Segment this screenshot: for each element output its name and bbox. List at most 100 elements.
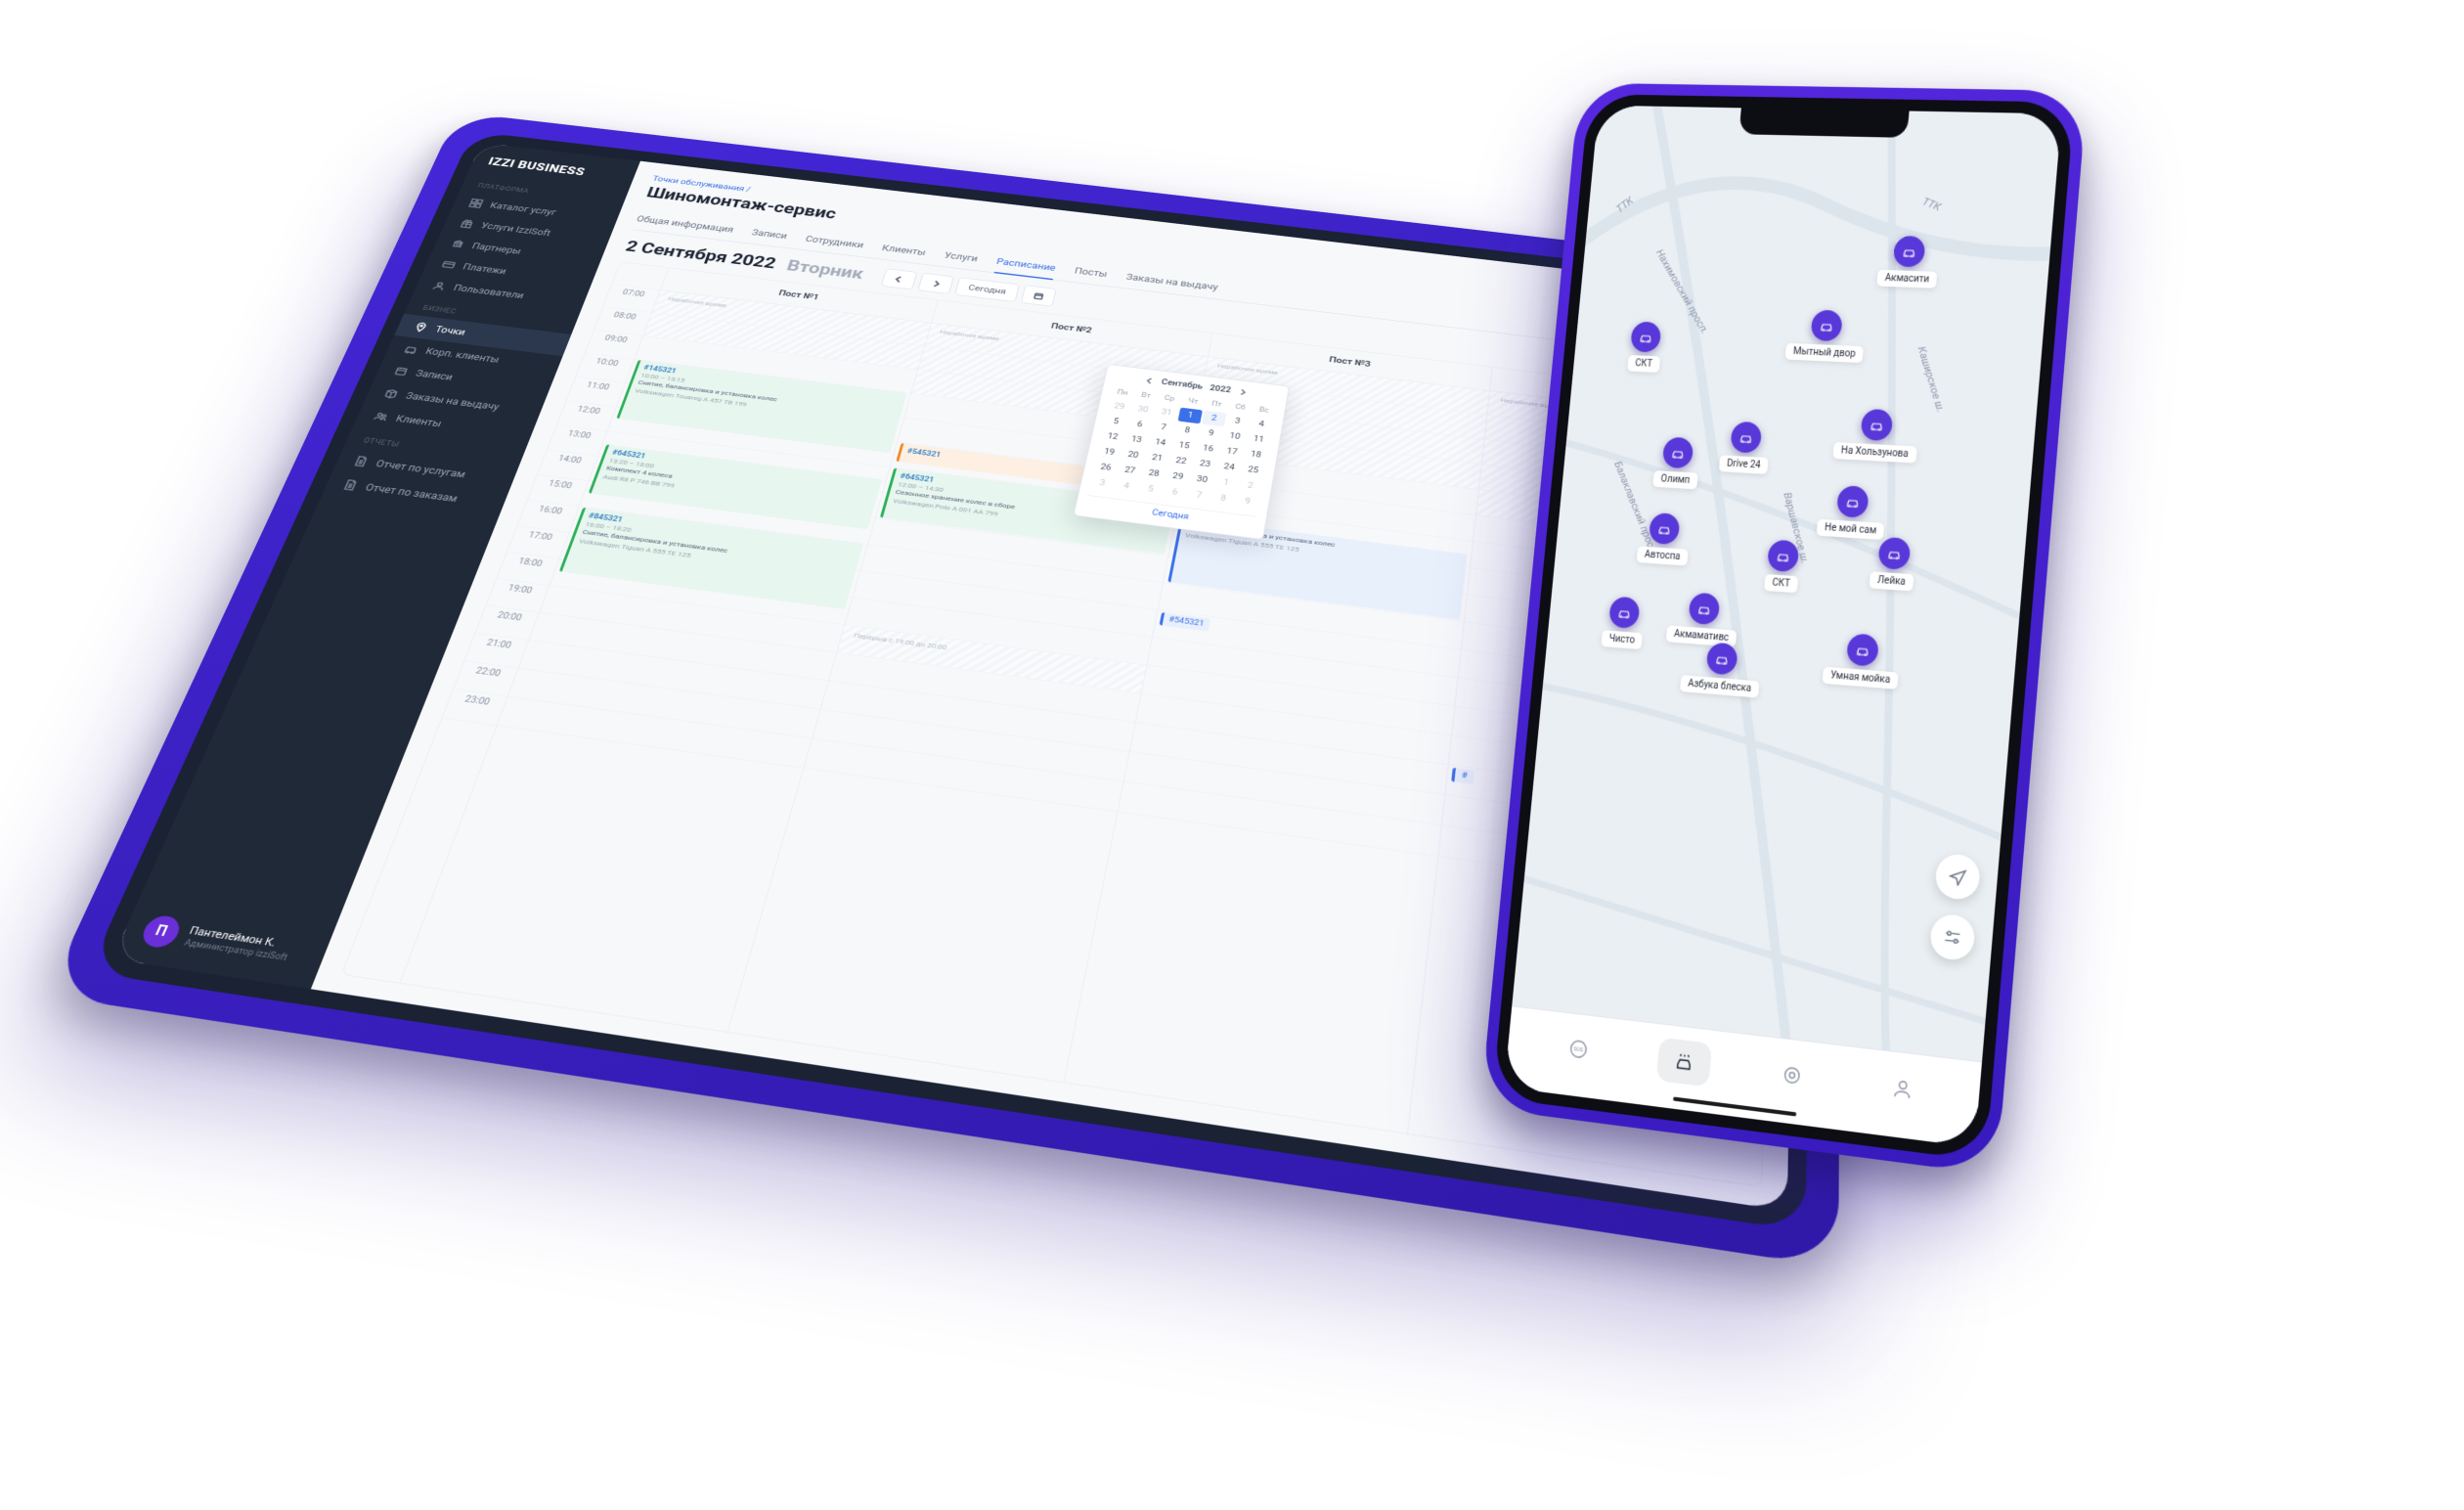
- cal-day[interactable]: 3: [1225, 414, 1250, 430]
- cal-day[interactable]: 24: [1216, 459, 1241, 475]
- logo-text: IZZI BUSINESS: [486, 155, 587, 178]
- tab-profile[interactable]: [1873, 1063, 1932, 1115]
- cal-day[interactable]: 8: [1175, 422, 1200, 439]
- cal-day[interactable]: 1: [1213, 474, 1239, 491]
- map-pin[interactable]: Умная мойка: [1823, 632, 1902, 689]
- map[interactable]: ТТКТТКНахимовский просп.Балаклавский про…: [1504, 106, 2061, 1148]
- cal-day[interactable]: 22: [1168, 453, 1193, 469]
- nav-icon: [383, 388, 400, 400]
- tab-2[interactable]: Сотрудники: [802, 229, 866, 256]
- cal-day[interactable]: 4: [1114, 478, 1139, 495]
- tab-1[interactable]: Записи: [748, 223, 790, 247]
- tab-6[interactable]: Посты: [1072, 261, 1109, 286]
- cal-dow: Вт: [1134, 389, 1159, 403]
- cal-day[interactable]: 9: [1235, 493, 1260, 511]
- cal-day[interactable]: 20: [1121, 447, 1146, 464]
- cal-dow: Чт: [1181, 395, 1206, 409]
- map-pin[interactable]: Чисто: [1601, 596, 1646, 649]
- cal-day[interactable]: 19: [1097, 444, 1122, 461]
- sidebar-item-label: Точки: [433, 325, 466, 337]
- cal-day[interactable]: 29: [1107, 399, 1131, 416]
- map-pin[interactable]: Олимп: [1652, 436, 1700, 489]
- map-pin[interactable]: Акмамативс: [1666, 591, 1740, 647]
- cal-day[interactable]: 30: [1190, 471, 1215, 488]
- tab-sos[interactable]: SOS: [1551, 1024, 1606, 1073]
- map-pin[interactable]: Автоспа: [1637, 511, 1692, 565]
- nav-icon: [342, 479, 360, 491]
- pin-label: Drive 24: [1719, 455, 1769, 474]
- cal-day[interactable]: 30: [1130, 402, 1155, 419]
- tab-carwash[interactable]: [1656, 1037, 1713, 1087]
- sidebar-item-label: Партнеры: [470, 242, 522, 256]
- map-pin[interactable]: Drive 24: [1719, 421, 1772, 474]
- cal-day[interactable]: 28: [1141, 466, 1166, 482]
- today-button[interactable]: Сегодня: [954, 277, 1019, 302]
- map-pin[interactable]: Азбука блеска: [1680, 641, 1763, 698]
- tab-3[interactable]: Клиенты: [879, 238, 929, 263]
- cal-next-icon[interactable]: [1238, 388, 1248, 396]
- user-block[interactable]: П Пантелеймон К. Администратор izziSoft: [111, 894, 336, 989]
- cal-day[interactable]: 7: [1151, 420, 1175, 436]
- map-pin[interactable]: Не мой сам: [1817, 484, 1888, 540]
- map-pin[interactable]: СКТ: [1627, 321, 1663, 373]
- cal-day[interactable]: 4: [1250, 417, 1274, 433]
- cal-day[interactable]: 14: [1148, 434, 1172, 451]
- cal-day[interactable]: 13: [1123, 431, 1148, 448]
- cal-day[interactable]: 5: [1138, 481, 1164, 498]
- pin-icon: [1861, 409, 1894, 441]
- cal-day[interactable]: 11: [1247, 431, 1271, 448]
- cal-day[interactable]: 26: [1093, 460, 1119, 476]
- cal-day[interactable]: 25: [1241, 462, 1265, 478]
- pin-icon: [1705, 643, 1738, 676]
- cal-day[interactable]: 23: [1193, 456, 1217, 472]
- cal-day[interactable]: 5: [1104, 414, 1128, 430]
- cal-day[interactable]: 1: [1178, 408, 1203, 424]
- map-pin[interactable]: На Хользунова: [1832, 407, 1919, 463]
- nav-icon: [450, 239, 465, 249]
- phone-device: ТТКТТКНахимовский просп.Балаклавский про…: [1492, 94, 2075, 1161]
- cal-day[interactable]: 21: [1145, 450, 1170, 466]
- pin-label: СКТ: [1627, 355, 1660, 373]
- pin-icon: [1688, 592, 1720, 625]
- nav-icon: [352, 456, 370, 467]
- cal-day[interactable]: 12: [1100, 428, 1125, 445]
- cal-dow: Вс: [1252, 403, 1275, 417]
- cal-day[interactable]: 17: [1219, 444, 1244, 461]
- cal-day[interactable]: 2: [1238, 477, 1262, 494]
- pin-label: Лейка: [1870, 571, 1914, 591]
- cal-day[interactable]: 15: [1171, 438, 1196, 455]
- cal-day[interactable]: 29: [1166, 468, 1191, 485]
- tab-5[interactable]: Расписание: [993, 251, 1058, 279]
- map-pin[interactable]: Мытный двор: [1785, 309, 1868, 363]
- cal-day[interactable]: 9: [1199, 425, 1223, 442]
- cal-day[interactable]: 18: [1244, 447, 1268, 464]
- map-pin[interactable]: Лейка: [1870, 536, 1917, 591]
- cal-day[interactable]: 31: [1154, 405, 1178, 422]
- cal-day[interactable]: 27: [1118, 463, 1143, 479]
- cal-prev-icon[interactable]: [1145, 378, 1155, 384]
- map-pin[interactable]: Акмасити: [1876, 235, 1941, 288]
- pin-label: Олимп: [1652, 470, 1697, 489]
- cal-day[interactable]: 10: [1222, 428, 1247, 445]
- cal-day[interactable]: 3: [1089, 475, 1115, 492]
- tab-7[interactable]: Заказы на выдачу: [1123, 267, 1219, 299]
- calendar-button[interactable]: [1021, 285, 1057, 306]
- cal-day[interactable]: 7: [1186, 487, 1211, 504]
- map-pin[interactable]: СКТ: [1764, 539, 1801, 593]
- cal-day[interactable]: 16: [1196, 441, 1220, 458]
- tab-4[interactable]: Услуги: [942, 245, 981, 270]
- sidebar-item-label: Корп. клиенты: [424, 346, 502, 365]
- cal-day[interactable]: 8: [1210, 490, 1236, 508]
- cal-day[interactable]: 2: [1202, 411, 1226, 427]
- cal-day[interactable]: 6: [1163, 484, 1188, 501]
- cal-day[interactable]: 6: [1127, 417, 1152, 433]
- prev-day-button[interactable]: [881, 268, 918, 289]
- tab-0[interactable]: Общая информация: [633, 209, 736, 241]
- event-chip[interactable]: #: [1451, 768, 1474, 784]
- sidebar-item-label: Отчет по заказам: [364, 482, 460, 505]
- pin-icon: [1877, 537, 1911, 570]
- next-day-button[interactable]: [918, 273, 955, 294]
- tab-tire[interactable]: [1763, 1049, 1821, 1100]
- nav-icon: [468, 199, 484, 208]
- time-label: 23:00: [442, 689, 506, 726]
